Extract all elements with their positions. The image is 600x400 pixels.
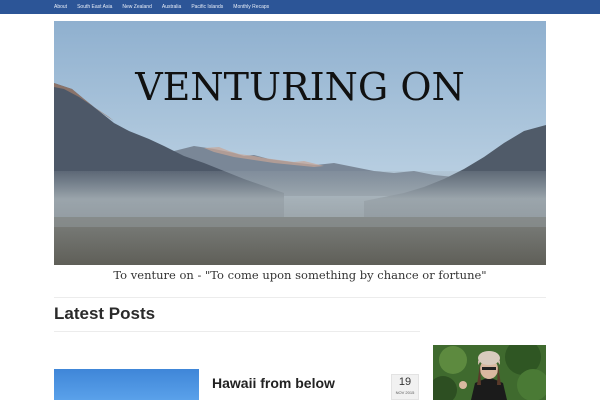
top-navigation-bar: About South East Asia New Zealand Austra… bbox=[0, 0, 600, 14]
nav-item-pacific-islands[interactable]: Pacific Islands bbox=[191, 0, 223, 14]
post-title-link[interactable]: Hawaii from below bbox=[212, 375, 335, 391]
divider bbox=[54, 297, 546, 298]
divider bbox=[54, 331, 420, 332]
site-title[interactable]: VENTURING ON bbox=[54, 65, 546, 109]
post-date-badge: 19 NOV 2015 bbox=[391, 374, 419, 400]
post-date-month: NOV 2015 bbox=[395, 390, 415, 395]
profile-photo-image bbox=[433, 345, 546, 400]
sidebar-profile-photo[interactable] bbox=[433, 345, 546, 400]
nav-item-australia[interactable]: Australia bbox=[162, 0, 181, 14]
nav-item-south-east-asia[interactable]: South East Asia bbox=[77, 0, 112, 14]
nav-menu: About South East Asia New Zealand Austra… bbox=[54, 0, 269, 14]
nav-item-monthly-recaps[interactable]: Monthly Recaps bbox=[233, 0, 269, 14]
post-date-day: 19 bbox=[398, 376, 412, 388]
latest-posts-heading: Latest Posts bbox=[54, 304, 156, 323]
post-thumbnail[interactable] bbox=[54, 369, 199, 400]
header-banner[interactable]: VENTURING ON bbox=[54, 21, 546, 265]
mountain-landscape-image bbox=[54, 21, 546, 265]
nav-item-about[interactable]: About bbox=[54, 0, 67, 14]
nav-item-new-zealand[interactable]: New Zealand bbox=[122, 0, 151, 14]
site-tagline: To venture on - "To come upon something … bbox=[113, 268, 487, 282]
